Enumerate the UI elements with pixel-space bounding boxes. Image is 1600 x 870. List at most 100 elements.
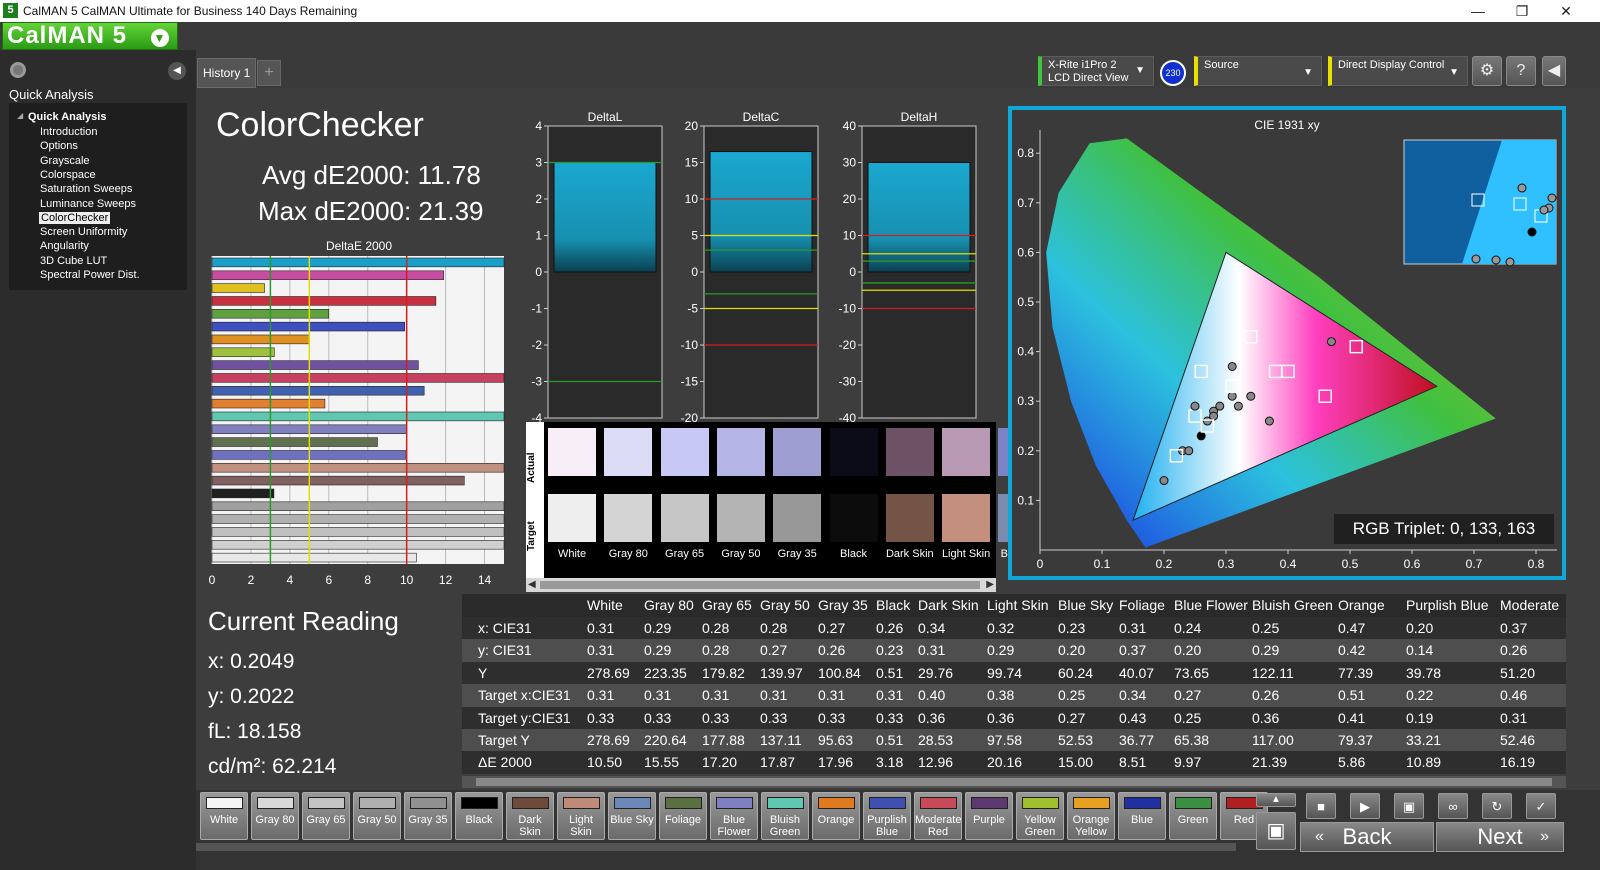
source-selector[interactable]: Source ▼ xyxy=(1194,56,1322,86)
patch-button-gray-50[interactable]: Gray 50 xyxy=(353,792,401,840)
patch-button-gray-65[interactable]: Gray 65 xyxy=(302,792,350,840)
table-cell: 0.37 xyxy=(1500,620,1528,636)
deltae-chart: 0 2 4 6 8 10 12 14 xyxy=(209,256,505,587)
cie-x-tick-label: 0.1 xyxy=(1094,557,1111,571)
sidebar-item-colorspace[interactable]: Colorspace xyxy=(40,169,96,181)
delta-l-tick-label: 2 xyxy=(535,192,542,206)
sidebar-item-angularity[interactable]: Angularity xyxy=(40,240,89,252)
table-header-cell: Bluish Green xyxy=(1252,597,1333,613)
table-scroll-thumb[interactable] xyxy=(476,778,1552,786)
close-icon[interactable]: ✕ xyxy=(1544,0,1588,22)
sidebar-item-luminance-sweeps[interactable]: Luminance Sweeps xyxy=(40,198,136,210)
patch-scrollbar[interactable] xyxy=(196,843,1236,851)
table-header-cell: Moderate xyxy=(1500,597,1560,613)
collapse-right-icon[interactable]: ◀ xyxy=(1542,56,1566,86)
patch-button-label: White xyxy=(209,814,239,826)
cie-y-tick-label: 0.1 xyxy=(1017,493,1034,507)
patch-button-blue-sky[interactable]: Blue Sky xyxy=(608,792,656,840)
table-cell: 0.23 xyxy=(1058,620,1086,636)
sidebar-item-options[interactable]: Options xyxy=(40,140,78,152)
meter-badge[interactable]: 230 xyxy=(1160,60,1186,86)
table-header-cell: Gray 80 xyxy=(644,597,694,613)
patch-button-label: Gray 50 xyxy=(357,814,397,826)
settings-gear-icon[interactable]: ⚙ xyxy=(1472,56,1502,86)
patch-button-label: Purplish Blue xyxy=(867,814,907,838)
display-selector[interactable]: Direct Display Control ▼ xyxy=(1328,56,1468,86)
scroll-thumb[interactable] xyxy=(540,581,980,589)
table-cell: 60.24 xyxy=(1058,664,1094,681)
patch-button-orange-yellow[interactable]: Orange Yellow xyxy=(1067,792,1115,840)
patch-button-white[interactable]: White xyxy=(200,792,248,840)
tree-expand-icon[interactable]: ◢ xyxy=(17,111,23,120)
scroll-left-icon[interactable]: ◀ xyxy=(528,579,536,590)
table-cell: 0.51 xyxy=(1338,687,1366,704)
sidebar-item-3d-cube-lut[interactable]: 3D Cube LUT xyxy=(40,255,107,267)
patch-button-moderate-red[interactable]: Moderate Red xyxy=(914,792,962,840)
measure-frame-icon[interactable]: ▣ xyxy=(1394,793,1424,819)
patch-button-purplish-blue[interactable]: Purplish Blue xyxy=(863,792,911,840)
stop-measure-icon[interactable]: ▣ xyxy=(1256,812,1296,850)
sidebar-item-introduction[interactable]: Introduction xyxy=(40,126,97,138)
tab-history-1[interactable]: History 1 xyxy=(197,58,257,88)
stop-icon[interactable]: ■ xyxy=(1306,793,1336,819)
patch-button-blue[interactable]: Blue xyxy=(1118,792,1166,840)
table-cell: 15.00 xyxy=(1058,754,1094,771)
sidebar-item-colorchecker[interactable]: ColorChecker xyxy=(39,211,111,224)
patch-button-dark-skin[interactable]: Dark Skin xyxy=(506,792,554,840)
delta-h-tick-label: 40 xyxy=(843,119,857,133)
add-tab-button[interactable]: + xyxy=(257,60,281,86)
scroll-right-icon[interactable]: ▶ xyxy=(986,579,994,590)
table-cell: 220.64 xyxy=(644,732,687,748)
delta-c-bar xyxy=(709,151,813,273)
next-icon: » xyxy=(1540,828,1549,845)
sidebar-heading: Quick Analysis xyxy=(9,87,94,102)
up-arrow-icon[interactable]: ▲ xyxy=(1256,793,1296,807)
patch-button-gray-80[interactable]: Gray 80 xyxy=(251,792,299,840)
meter-selector[interactable]: X-Rite i1Pro 2 LCD Direct View ▼ xyxy=(1038,56,1154,86)
delta-l-tick-label: 3 xyxy=(535,156,542,170)
patch-button-purple[interactable]: Purple xyxy=(965,792,1013,840)
patch-button-blue-flower[interactable]: Blue Flower xyxy=(710,792,758,840)
patch-button-green[interactable]: Green xyxy=(1169,792,1217,840)
help-icon[interactable]: ? xyxy=(1506,56,1536,86)
delta-h-tick-label: 20 xyxy=(843,192,857,206)
patch-button-label: Gray 65 xyxy=(306,814,346,826)
table-scrollbar[interactable] xyxy=(462,776,1566,788)
minimize-icon[interactable]: — xyxy=(1456,0,1500,22)
patch-button-yellow-green[interactable]: Yellow Green xyxy=(1016,792,1064,840)
play-icon[interactable]: ▶ xyxy=(1350,793,1380,819)
delta-l-tick-label: -3 xyxy=(531,375,542,389)
patch-button-gray-35[interactable]: Gray 35 xyxy=(404,792,452,840)
swatch-scrollbar[interactable]: ◀ ▶ xyxy=(526,578,996,592)
maximize-icon[interactable]: ❐ xyxy=(1500,0,1544,22)
pin-icon[interactable] xyxy=(10,62,26,78)
patch-button-bluish-green[interactable]: Bluish Green xyxy=(761,792,809,840)
patch-button-orange[interactable]: Orange xyxy=(812,792,860,840)
cie-measured-marker xyxy=(1202,416,1212,426)
collapse-left-icon[interactable]: ◀ xyxy=(168,62,186,80)
table-cell: 0.26 xyxy=(1500,642,1528,659)
sidebar-item-spectral-power-dist-[interactable]: Spectral Power Dist. xyxy=(40,269,140,281)
sidebar-item-screen-uniformity[interactable]: Screen Uniformity xyxy=(40,226,127,238)
swatch-label: Gray 65 xyxy=(665,548,705,560)
cie-y-tick-label: 0.7 xyxy=(1017,196,1034,210)
check-icon[interactable]: ✓ xyxy=(1526,793,1556,819)
table-row-label: y: CIE31 xyxy=(478,642,532,659)
patch-button-light-skin[interactable]: Light Skin xyxy=(557,792,605,840)
patch-color-chip xyxy=(257,797,294,809)
sidebar-item-saturation-sweeps[interactable]: Saturation Sweeps xyxy=(40,183,132,195)
patch-color-chip xyxy=(920,797,957,809)
deltae-bar xyxy=(211,411,505,422)
calman-logo-button[interactable]: CalMAN 5 ▼ xyxy=(2,22,178,50)
sidebar-item-grayscale[interactable]: Grayscale xyxy=(40,155,90,167)
table-cell: 0.27 xyxy=(1174,687,1202,704)
patch-button-foliage[interactable]: Foliage xyxy=(659,792,707,840)
patch-button-black[interactable]: Black xyxy=(455,792,503,840)
table-cell: 52.46 xyxy=(1500,732,1536,748)
back-button[interactable]: « Back xyxy=(1300,822,1434,852)
continuous-icon[interactable]: ∞ xyxy=(1438,793,1468,819)
refresh-icon[interactable]: ↻ xyxy=(1482,793,1512,819)
next-button[interactable]: Next » xyxy=(1436,822,1564,852)
swatch-target xyxy=(885,494,934,542)
tree-root[interactable]: Quick Analysis xyxy=(28,111,106,123)
